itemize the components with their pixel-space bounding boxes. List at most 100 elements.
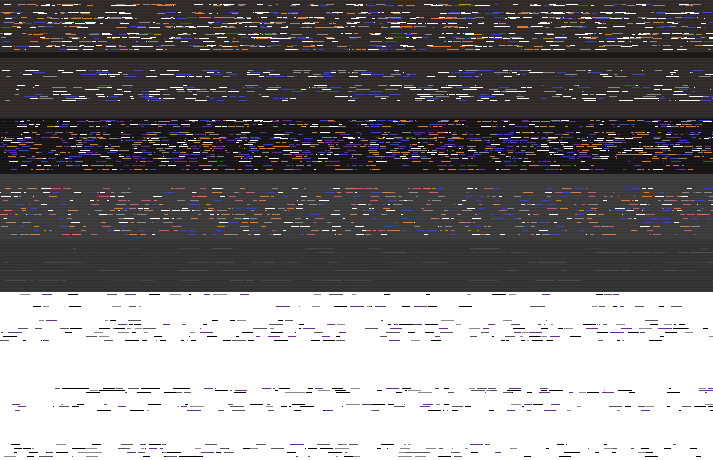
glitch-artifact (611, 124, 615, 125)
glitch-artifact (121, 134, 131, 135)
glitch-artifact (503, 392, 512, 393)
glitch-artifact (246, 192, 255, 193)
glitch-artifact (483, 34, 484, 35)
glitch-artifact (231, 89, 235, 90)
glitch-artifact (514, 161, 516, 162)
glitch-artifact (512, 38, 524, 39)
glitch-artifact (703, 161, 713, 162)
glitch-artifact (684, 33, 689, 34)
glitch-artifact (412, 144, 417, 145)
glitch-artifact (383, 208, 390, 209)
glitch-artifact (551, 22, 552, 23)
glitch-artifact (370, 200, 378, 201)
glitch-artifact (217, 13, 218, 14)
glitch-artifact (141, 200, 146, 201)
glitch-artifact (67, 49, 78, 50)
glitch-artifact (317, 444, 330, 445)
glitch-artifact (290, 98, 296, 99)
glitch-artifact (377, 390, 382, 391)
glitch-artifact (650, 234, 651, 235)
glitch-artifact (675, 87, 689, 88)
glitch-artifact (674, 324, 676, 325)
glitch-artifact (490, 134, 497, 135)
glitch-artifact (542, 85, 543, 86)
glitch-artifact (478, 23, 484, 24)
glitch-artifact (655, 70, 662, 71)
glitch-artifact (118, 448, 130, 449)
glitch-artifact (304, 72, 309, 73)
glitch-artifact (192, 192, 196, 193)
glitch-artifact (216, 452, 221, 453)
glitch-artifact (161, 210, 170, 211)
glitch-artifact (161, 161, 169, 162)
glitch-artifact (187, 410, 201, 411)
glitch-artifact (465, 70, 478, 71)
glitch-artifact (485, 150, 487, 151)
glitch-artifact (318, 152, 325, 153)
glitch-artifact (653, 33, 659, 34)
glitch-artifact (685, 5, 693, 6)
glitch-artifact (440, 46, 451, 47)
glitch-artifact (511, 324, 520, 325)
gray-noise-layer (0, 188, 713, 235)
glitch-artifact (20, 121, 24, 122)
glitch-artifact (338, 27, 344, 28)
glitch-artifact (677, 210, 680, 211)
glitch-artifact (390, 150, 397, 151)
glitch-artifact (15, 121, 18, 122)
glitch-artifact (699, 390, 713, 391)
glitch-artifact (370, 144, 379, 145)
glitch-artifact (550, 336, 560, 337)
glitch-artifact (518, 13, 528, 14)
glitch-artifact (625, 210, 627, 211)
glitch-artifact (116, 214, 125, 215)
glitch-artifact (452, 146, 456, 147)
glitch-artifact (139, 210, 141, 211)
glitch-artifact (141, 46, 153, 47)
glitch-artifact (578, 34, 588, 35)
glitch-artifact (318, 142, 324, 143)
glitch-artifact (102, 33, 110, 34)
glitch-artifact (217, 210, 225, 211)
glitch-artifact (590, 72, 602, 73)
glitch-artifact (492, 196, 496, 197)
glitch-artifact (690, 41, 702, 42)
glitch-artifact (116, 5, 124, 6)
glitch-artifact (492, 218, 493, 219)
glitch-artifact (421, 89, 422, 90)
glitch-artifact (239, 154, 249, 155)
glitch-artifact (153, 144, 160, 145)
glitch-artifact (387, 448, 388, 449)
glitch-artifact (426, 294, 430, 295)
glitch-artifact (345, 452, 347, 453)
glitch-artifact (328, 121, 336, 122)
glitch-artifact (392, 37, 404, 38)
glitch-artifact (432, 150, 437, 151)
glitch-artifact (460, 46, 465, 47)
glitch-artifact (679, 140, 687, 141)
glitch-artifact (643, 96, 656, 97)
glitch-artifact (601, 158, 608, 159)
glitch-artifact (435, 140, 437, 141)
glitch-artifact (548, 137, 558, 138)
glitch-artifact (0, 192, 1, 193)
glitch-artifact (555, 192, 562, 193)
glitch-artifact (474, 140, 482, 141)
glitch-artifact (66, 161, 68, 162)
glitch-artifact (493, 121, 497, 122)
glitch-artifact (32, 448, 34, 449)
glitch-artifact (402, 132, 404, 133)
glitch-artifact (203, 41, 215, 42)
glitch-artifact (654, 120, 661, 121)
glitch-artifact (358, 26, 369, 27)
glitch-artifact (232, 13, 238, 14)
glitch-artifact (15, 94, 19, 95)
glitch-artifact (205, 134, 206, 135)
glitch-artifact (13, 12, 23, 13)
glitch-artifact (192, 210, 194, 211)
glitch-artifact (503, 140, 513, 141)
glitch-artifact (312, 124, 318, 125)
glitch-artifact (444, 404, 449, 405)
glitch-artifact (304, 188, 306, 189)
glitch-artifact (209, 134, 219, 135)
